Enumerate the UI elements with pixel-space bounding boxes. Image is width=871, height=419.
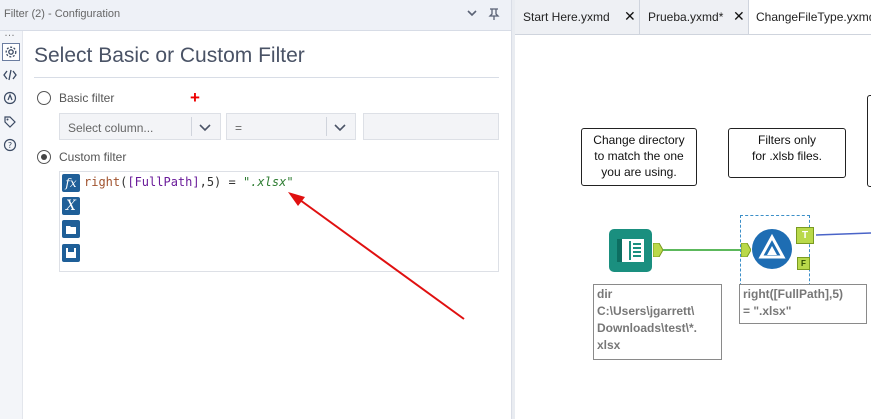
basic-filter-radio[interactable] <box>37 91 51 105</box>
svg-text:?: ? <box>8 141 12 150</box>
gear-icon[interactable] <box>2 43 20 61</box>
column-select-placeholder: Select column... <box>68 121 154 135</box>
true-anchor[interactable]: T <box>796 227 814 244</box>
divider <box>34 77 499 78</box>
page-title: Select Basic or Custom Filter <box>34 44 305 67</box>
tab-start-here[interactable]: Start Here.yxmd ✕ <box>515 0 640 34</box>
connection-line[interactable] <box>815 232 871 236</box>
input-anchor[interactable] <box>741 243 751 257</box>
workflow-tabs: Start Here.yxmd ✕ Prueba.yxmd* ✕ ChangeF… <box>515 0 871 35</box>
compass-icon[interactable] <box>2 90 18 106</box>
tag-icon[interactable] <box>2 114 18 130</box>
help-icon[interactable]: ? <box>2 137 18 153</box>
cursor-crosshair-icon: + <box>190 88 200 107</box>
chevron-down-icon[interactable] <box>466 7 478 22</box>
custom-filter-label: Custom filter <box>59 150 127 164</box>
expression-text[interactable]: right([FullPath],5) = ".xlsx" <box>84 175 294 189</box>
pin-icon[interactable] <box>487 7 501 24</box>
tab-changefiletype[interactable]: ChangeFileType.yxmd <box>749 0 871 34</box>
close-icon[interactable]: ✕ <box>733 8 745 25</box>
chevron-down-icon[interactable] <box>197 119 217 135</box>
filter-tool-icon[interactable] <box>752 229 792 269</box>
custom-filter-radio[interactable] <box>37 150 51 164</box>
configuration-panel: Filter (2) - Configuration … ? Select Ba… <box>0 0 512 419</box>
false-anchor[interactable]: F <box>797 257 810 270</box>
save-file-icon[interactable] <box>62 244 80 262</box>
config-sidebar: … ? <box>0 27 23 419</box>
operator-select[interactable]: = <box>226 113 356 140</box>
close-icon[interactable]: ✕ <box>624 8 636 25</box>
workflow-canvas[interactable]: Change directory to match the one you ar… <box>515 35 871 419</box>
more-icon[interactable]: … <box>4 27 16 39</box>
tab-prueba[interactable]: Prueba.yxmd* ✕ <box>640 0 749 34</box>
fx-icon[interactable]: fx <box>62 174 80 192</box>
directory-tool-icon[interactable] <box>609 229 652 272</box>
directory-annotation: dir C:\Users\jgarrett\ Downloads\test\*.… <box>593 284 722 360</box>
basic-filter-label: Basic filter <box>59 91 115 105</box>
value-field[interactable] <box>363 113 499 140</box>
code-icon[interactable] <box>2 67 18 83</box>
chevron-down-icon[interactable] <box>332 119 352 135</box>
column-select[interactable]: Select column... <box>59 113 221 140</box>
operator-value: = <box>235 121 243 135</box>
output-anchor[interactable] <box>653 243 663 257</box>
filter-annotation: right([FullPath],5) = ".xlsx" <box>739 284 867 324</box>
connections-layer <box>660 232 871 251</box>
variable-icon[interactable]: X <box>62 197 80 215</box>
panel-title: Filter (2) - Configuration <box>4 8 121 20</box>
panel-titlebar: Filter (2) - Configuration <box>0 0 511 31</box>
open-file-icon[interactable] <box>62 220 80 238</box>
